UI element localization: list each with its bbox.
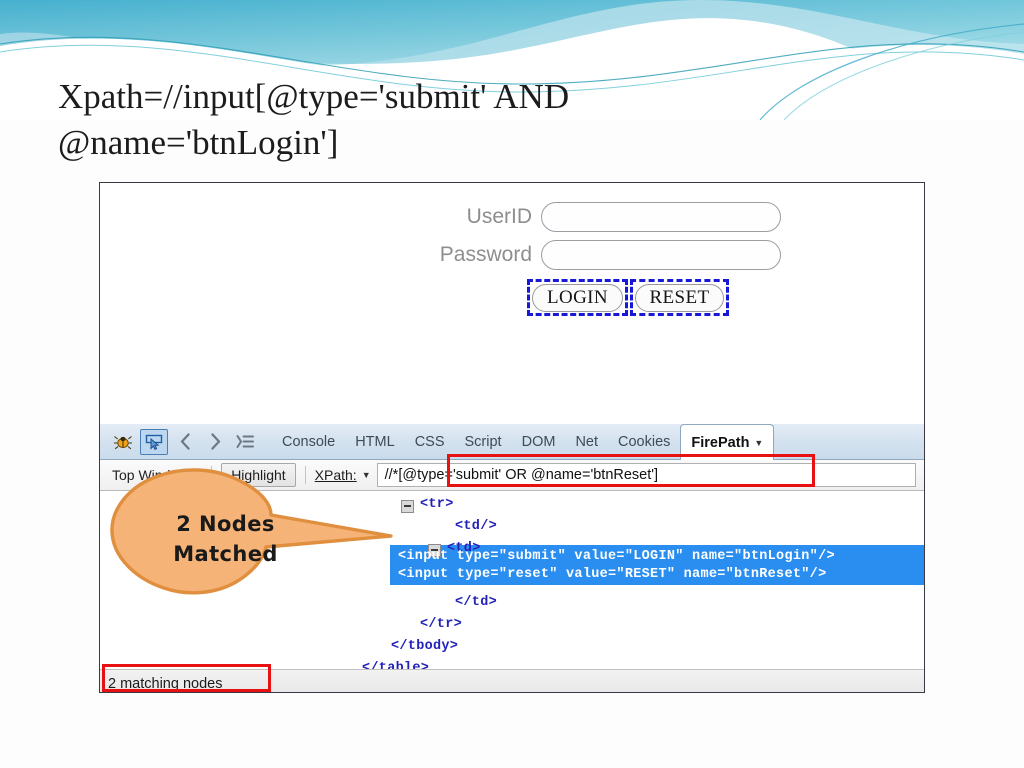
highlight-toggle-button[interactable]: Highlight [221,463,296,487]
tab-css[interactable]: CSS [405,425,455,459]
reset-button-selection: RESET [630,279,729,316]
xpath-input[interactable]: //*[@type='submit' OR @name='btnReset'] [376,463,916,487]
userid-row: UserID [372,202,781,232]
matched-node-line[interactable]: <input type="reset" value="RESET" name="… [398,567,826,582]
screenshot-panel: UserID Password LOGIN RESET Console HTML… [99,182,925,693]
code-line[interactable]: </tr> [420,617,462,632]
chevron-down-icon: ▼ [754,437,764,448]
tab-net[interactable]: Net [565,425,608,459]
code-line[interactable]: <tr> [420,497,454,512]
code-line[interactable]: <td/> [455,519,497,534]
collapse-toggle-tr[interactable] [401,500,414,513]
firebug-bug-icon[interactable] [110,430,136,454]
password-input[interactable] [541,240,781,270]
code-line[interactable]: </table> [362,661,429,669]
login-button-selection: LOGIN [527,279,628,316]
reset-button[interactable]: RESET [635,284,724,312]
tab-cookies[interactable]: Cookies [608,425,680,459]
tab-script[interactable]: Script [455,425,512,459]
userid-label: UserID [466,205,532,228]
window-selector-chevron-down-icon[interactable]: ▼ [193,470,202,480]
inspect-element-icon[interactable] [140,428,168,455]
tab-firepath-label: FirePath [691,434,750,451]
chevron-left-icon[interactable] [172,430,198,454]
code-line[interactable]: </tbody> [391,639,458,654]
tab-dom[interactable]: DOM [512,425,566,459]
divider [211,466,213,484]
matching-nodes-status: 2 matching nodes [108,675,223,692]
xpath-mode-label: XPath: [314,467,357,483]
divider [304,466,306,484]
slide-title: Xpath=//input[@type='submit' AND @name='… [58,77,570,162]
tab-html[interactable]: HTML [345,425,404,459]
code-line[interactable]: </td> [455,595,497,610]
password-row: Password [372,240,781,270]
tab-firepath[interactable]: FirePath ▼ [680,424,775,460]
matched-node-line[interactable]: <input type="submit" value="LOGIN" name=… [398,549,835,564]
chevron-right-icon[interactable] [202,430,228,454]
password-label: Password [439,243,532,266]
firepath-controls-bar: Top Window ▼ Highlight XPath: ▼ //*[@typ… [100,454,924,491]
firebug-toolbar: Console HTML CSS Script DOM Net Cookies … [100,424,924,460]
slide: Xpath=//input[@type='submit' AND @name='… [0,0,1024,768]
login-button[interactable]: LOGIN [532,284,623,312]
window-selector[interactable]: Top Window [112,467,188,483]
xpath-mode-chevron-down-icon[interactable]: ▼ [362,470,371,480]
tab-console[interactable]: Console [272,425,345,459]
userid-input[interactable] [541,202,781,232]
firepath-status-bar: 2 matching nodes [100,664,924,692]
list-indent-icon[interactable] [232,430,258,454]
callout-text: 2 Nodes Matched [173,512,278,567]
